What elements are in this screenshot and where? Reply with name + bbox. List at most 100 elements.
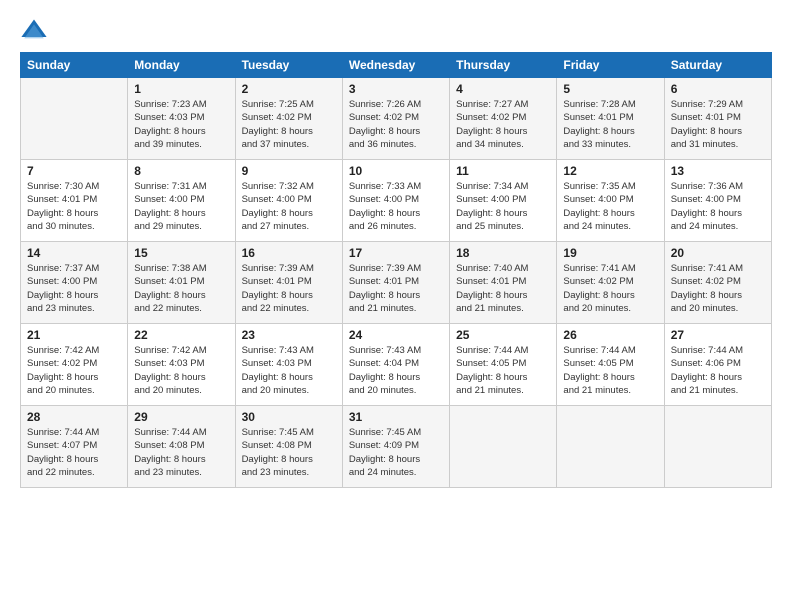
day-info: Sunrise: 7:44 AM Sunset: 4:05 PM Dayligh… <box>563 344 657 397</box>
day-number: 22 <box>134 328 228 342</box>
day-cell: 15 Sunrise: 7:38 AM Sunset: 4:01 PM Dayli… <box>128 242 235 324</box>
day-info: Sunrise: 7:28 AM Sunset: 4:01 PM Dayligh… <box>563 98 657 151</box>
day-info: Sunrise: 7:45 AM Sunset: 4:08 PM Dayligh… <box>242 426 336 479</box>
day-cell: 26Sunrise: 7:44 AM Sunset: 4:05 PM Dayli… <box>557 324 664 406</box>
day-cell: 18 Sunrise: 7:40 AM Sunset: 4:01 PM Dayli… <box>450 242 557 324</box>
day-number: 4 <box>456 82 550 96</box>
week-row-3: 21Sunrise: 7:42 AM Sunset: 4:02 PM Dayli… <box>21 324 772 406</box>
day-cell: 1 Sunrise: 7:23 AM Sunset: 4:03 PM Daylig… <box>128 78 235 160</box>
header-day-monday: Monday <box>128 53 235 78</box>
day-number: 5 <box>563 82 657 96</box>
day-info: Sunrise: 7:30 AM Sunset: 4:01 PM Dayligh… <box>27 180 121 233</box>
day-cell: 9Sunrise: 7:32 AM Sunset: 4:00 PM Daylig… <box>235 160 342 242</box>
day-info: Sunrise: 7:39 AM Sunset: 4:01 PM Dayligh… <box>242 262 336 315</box>
day-info: Sunrise: 7:40 AM Sunset: 4:01 PM Dayligh… <box>456 262 550 315</box>
day-cell: 12 Sunrise: 7:35 AM Sunset: 4:00 PM Dayli… <box>557 160 664 242</box>
day-number: 27 <box>671 328 765 342</box>
day-cell: 14 Sunrise: 7:37 AM Sunset: 4:00 PM Dayli… <box>21 242 128 324</box>
day-cell: 5 Sunrise: 7:28 AM Sunset: 4:01 PM Daylig… <box>557 78 664 160</box>
day-cell: 30 Sunrise: 7:45 AM Sunset: 4:08 PM Dayli… <box>235 406 342 488</box>
day-info: Sunrise: 7:44 AM Sunset: 4:06 PM Dayligh… <box>671 344 765 397</box>
day-number: 10 <box>349 164 443 178</box>
day-cell <box>664 406 771 488</box>
day-info: Sunrise: 7:38 AM Sunset: 4:01 PM Dayligh… <box>134 262 228 315</box>
day-number: 13 <box>671 164 765 178</box>
day-cell: 25Sunrise: 7:44 AM Sunset: 4:05 PM Dayli… <box>450 324 557 406</box>
day-cell: 19 Sunrise: 7:41 AM Sunset: 4:02 PM Dayli… <box>557 242 664 324</box>
calendar-table: SundayMondayTuesdayWednesdayThursdayFrid… <box>20 52 772 488</box>
week-row-2: 14 Sunrise: 7:37 AM Sunset: 4:00 PM Dayli… <box>21 242 772 324</box>
day-info: Sunrise: 7:23 AM Sunset: 4:03 PM Dayligh… <box>134 98 228 151</box>
week-row-4: 28 Sunrise: 7:44 AM Sunset: 4:07 PM Dayli… <box>21 406 772 488</box>
day-info: Sunrise: 7:43 AM Sunset: 4:03 PM Dayligh… <box>242 344 336 397</box>
week-row-0: 1 Sunrise: 7:23 AM Sunset: 4:03 PM Daylig… <box>21 78 772 160</box>
day-number: 15 <box>134 246 228 260</box>
day-info: Sunrise: 7:27 AM Sunset: 4:02 PM Dayligh… <box>456 98 550 151</box>
day-info: Sunrise: 7:44 AM Sunset: 4:07 PM Dayligh… <box>27 426 121 479</box>
header-day-friday: Friday <box>557 53 664 78</box>
day-number: 9 <box>242 164 336 178</box>
day-cell: 6Sunrise: 7:29 AM Sunset: 4:01 PM Daylig… <box>664 78 771 160</box>
day-number: 8 <box>134 164 228 178</box>
day-number: 3 <box>349 82 443 96</box>
day-cell <box>450 406 557 488</box>
logo-icon <box>20 16 48 44</box>
day-cell: 3 Sunrise: 7:26 AM Sunset: 4:02 PM Daylig… <box>342 78 449 160</box>
header-day-sunday: Sunday <box>21 53 128 78</box>
day-cell: 4 Sunrise: 7:27 AM Sunset: 4:02 PM Daylig… <box>450 78 557 160</box>
day-info: Sunrise: 7:33 AM Sunset: 4:00 PM Dayligh… <box>349 180 443 233</box>
logo <box>20 16 53 44</box>
day-number: 24 <box>349 328 443 342</box>
day-info: Sunrise: 7:42 AM Sunset: 4:03 PM Dayligh… <box>134 344 228 397</box>
day-number: 31 <box>349 410 443 424</box>
day-info: Sunrise: 7:42 AM Sunset: 4:02 PM Dayligh… <box>27 344 121 397</box>
day-number: 11 <box>456 164 550 178</box>
day-info: Sunrise: 7:44 AM Sunset: 4:08 PM Dayligh… <box>134 426 228 479</box>
day-number: 16 <box>242 246 336 260</box>
day-info: Sunrise: 7:31 AM Sunset: 4:00 PM Dayligh… <box>134 180 228 233</box>
header-row: SundayMondayTuesdayWednesdayThursdayFrid… <box>21 53 772 78</box>
day-number: 20 <box>671 246 765 260</box>
day-cell: 8 Sunrise: 7:31 AM Sunset: 4:00 PM Daylig… <box>128 160 235 242</box>
week-row-1: 7 Sunrise: 7:30 AM Sunset: 4:01 PM Daylig… <box>21 160 772 242</box>
day-number: 1 <box>134 82 228 96</box>
day-cell: 24Sunrise: 7:43 AM Sunset: 4:04 PM Dayli… <box>342 324 449 406</box>
day-cell: 2Sunrise: 7:25 AM Sunset: 4:02 PM Daylig… <box>235 78 342 160</box>
day-number: 30 <box>242 410 336 424</box>
header-day-saturday: Saturday <box>664 53 771 78</box>
day-number: 12 <box>563 164 657 178</box>
day-cell: 28 Sunrise: 7:44 AM Sunset: 4:07 PM Dayli… <box>21 406 128 488</box>
day-info: Sunrise: 7:35 AM Sunset: 4:00 PM Dayligh… <box>563 180 657 233</box>
day-number: 19 <box>563 246 657 260</box>
day-number: 14 <box>27 246 121 260</box>
day-cell: 17Sunrise: 7:39 AM Sunset: 4:01 PM Dayli… <box>342 242 449 324</box>
day-info: Sunrise: 7:26 AM Sunset: 4:02 PM Dayligh… <box>349 98 443 151</box>
day-number: 25 <box>456 328 550 342</box>
day-cell: 20 Sunrise: 7:41 AM Sunset: 4:02 PM Dayli… <box>664 242 771 324</box>
day-number: 29 <box>134 410 228 424</box>
day-cell: 16 Sunrise: 7:39 AM Sunset: 4:01 PM Dayli… <box>235 242 342 324</box>
day-info: Sunrise: 7:25 AM Sunset: 4:02 PM Dayligh… <box>242 98 336 151</box>
calendar-container: SundayMondayTuesdayWednesdayThursdayFrid… <box>0 0 792 612</box>
day-info: Sunrise: 7:41 AM Sunset: 4:02 PM Dayligh… <box>563 262 657 315</box>
day-number: 17 <box>349 246 443 260</box>
day-number: 7 <box>27 164 121 178</box>
day-cell: 11Sunrise: 7:34 AM Sunset: 4:00 PM Dayli… <box>450 160 557 242</box>
day-cell: 10 Sunrise: 7:33 AM Sunset: 4:00 PM Dayli… <box>342 160 449 242</box>
calendar-header: SundayMondayTuesdayWednesdayThursdayFrid… <box>21 53 772 78</box>
day-info: Sunrise: 7:45 AM Sunset: 4:09 PM Dayligh… <box>349 426 443 479</box>
header-day-thursday: Thursday <box>450 53 557 78</box>
day-info: Sunrise: 7:36 AM Sunset: 4:00 PM Dayligh… <box>671 180 765 233</box>
day-cell <box>557 406 664 488</box>
day-cell: 13 Sunrise: 7:36 AM Sunset: 4:00 PM Dayli… <box>664 160 771 242</box>
day-number: 18 <box>456 246 550 260</box>
day-info: Sunrise: 7:37 AM Sunset: 4:00 PM Dayligh… <box>27 262 121 315</box>
day-number: 28 <box>27 410 121 424</box>
day-info: Sunrise: 7:41 AM Sunset: 4:02 PM Dayligh… <box>671 262 765 315</box>
day-number: 6 <box>671 82 765 96</box>
header-day-wednesday: Wednesday <box>342 53 449 78</box>
header-day-tuesday: Tuesday <box>235 53 342 78</box>
day-cell: 27 Sunrise: 7:44 AM Sunset: 4:06 PM Dayli… <box>664 324 771 406</box>
calendar-body: 1 Sunrise: 7:23 AM Sunset: 4:03 PM Daylig… <box>21 78 772 488</box>
day-cell: 31 Sunrise: 7:45 AM Sunset: 4:09 PM Dayli… <box>342 406 449 488</box>
